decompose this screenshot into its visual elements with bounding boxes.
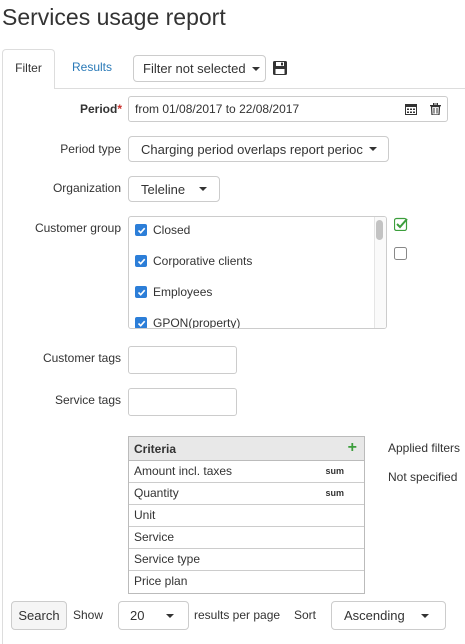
per-page-select[interactable]: 20 (118, 601, 189, 630)
criteria-label: Service (134, 530, 175, 544)
list-item[interactable]: Closed (135, 223, 190, 237)
applied-filters-label: Applied filters (388, 441, 461, 455)
scrollbar-thumb[interactable] (376, 220, 383, 240)
list-item[interactable]: Employees (135, 285, 212, 299)
panel-border (2, 88, 3, 644)
table-row[interactable]: Amount incl. taxes sum (129, 461, 364, 483)
criteria-label: Amount incl. taxes (134, 464, 233, 478)
required-mark: * (117, 102, 122, 116)
criteria-label: Service type (134, 552, 201, 566)
criteria-aggregate: sum (325, 466, 344, 476)
period-type-value: Charging period overlaps report perioc (141, 141, 363, 157)
organization-select[interactable]: Teleline (128, 176, 220, 202)
calendar-icon[interactable] (404, 103, 417, 115)
scrollbar[interactable] (374, 217, 386, 328)
trash-icon[interactable] (430, 103, 442, 115)
criteria-label: Unit (134, 508, 156, 522)
caret-down-icon (199, 187, 208, 191)
caret-down-icon (166, 613, 175, 618)
criteria-header-label: Criteria (134, 442, 177, 456)
sort-label: Sort (294, 608, 317, 622)
per-page-suffix: results per page (194, 608, 281, 622)
save-icon[interactable] (272, 60, 288, 76)
table-row[interactable]: Service (129, 527, 364, 549)
list-item[interactable]: GPON(property) (135, 316, 241, 329)
table-row[interactable]: Price plan (129, 571, 364, 593)
list-item-label: Closed (153, 223, 191, 237)
list-item-label: GPON(property) (153, 316, 241, 329)
service-tags-input[interactable] (128, 388, 237, 416)
table-row[interactable]: Unit (129, 505, 364, 527)
tab-filter[interactable]: Filter (2, 49, 55, 89)
show-label: Show (73, 608, 104, 622)
criteria-label: Price plan (134, 574, 188, 588)
sort-value: Ascending (344, 608, 405, 623)
period-type-label: Period type (60, 142, 121, 156)
sort-select[interactable]: Ascending (331, 601, 446, 630)
filter-select-value: Filter not selected (143, 61, 246, 76)
tabs-divider (2, 88, 465, 89)
customer-tags-label: Customer tags (42, 351, 121, 365)
caret-down-icon (420, 613, 429, 618)
period-type-select[interactable]: Charging period overlaps report perioc (128, 136, 389, 162)
caret-down-icon (368, 147, 377, 151)
customer-group-label: Customer group (34, 221, 121, 235)
checkbox-checked-icon[interactable] (135, 286, 147, 298)
per-page-value: 20 (130, 608, 145, 623)
list-item[interactable]: Corporative clients (135, 254, 252, 268)
customer-group-list[interactable]: Closed Corporative clients Employees GPO… (128, 216, 387, 329)
criteria-header: Criteria + (129, 437, 364, 461)
period-value: from 01/08/2017 to 22/08/2017 (135, 102, 300, 116)
checkbox-checked-icon[interactable] (135, 255, 147, 267)
plus-icon[interactable]: + (348, 439, 357, 457)
customer-tags-input[interactable] (128, 346, 237, 374)
checkbox-checked-icon[interactable] (394, 217, 408, 231)
service-tags-label: Service tags (54, 393, 121, 407)
criteria-aggregate: sum (325, 488, 344, 498)
checkbox-checked-icon[interactable] (135, 317, 147, 328)
page-title: Services usage report (2, 4, 226, 30)
table-row[interactable]: Service type (129, 549, 364, 571)
organization-value: Teleline (141, 181, 186, 197)
period-label: Period* (79, 102, 122, 116)
checkbox-icon[interactable] (394, 247, 408, 261)
checkbox-checked-icon[interactable] (135, 224, 147, 236)
list-item-label: Corporative clients (153, 254, 253, 268)
filter-select[interactable]: Filter not selected (133, 55, 266, 82)
search-button[interactable]: Search (11, 601, 67, 630)
organization-label: Organization (52, 181, 121, 195)
caret-down-icon (251, 66, 260, 71)
list-item-label: Employees (153, 285, 213, 299)
tab-results[interactable]: Results (64, 49, 120, 87)
criteria-label: Quantity (134, 486, 179, 500)
period-actions (398, 96, 448, 122)
table-row[interactable]: Quantity sum (129, 483, 364, 505)
applied-filters-value: Not specified (388, 470, 458, 484)
criteria-table: Criteria + Amount incl. taxes sum Quanti… (128, 436, 365, 594)
